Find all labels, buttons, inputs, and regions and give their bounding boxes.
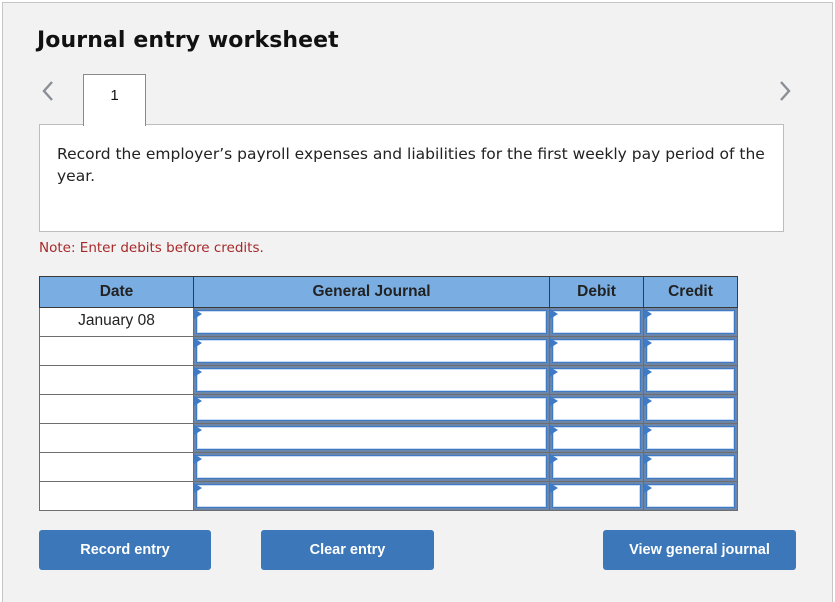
credit-input[interactable] xyxy=(646,310,735,334)
page-title: Journal entry worksheet xyxy=(37,28,339,53)
account-cell xyxy=(193,452,550,482)
credit-cell xyxy=(643,423,738,453)
dropdown-marker-icon xyxy=(550,338,558,348)
dropdown-marker-icon xyxy=(550,396,558,406)
dropdown-marker-icon xyxy=(194,396,202,406)
chevron-right-icon xyxy=(778,80,792,102)
date-cell xyxy=(39,423,194,453)
debit-cell xyxy=(549,452,644,482)
header-credit: Credit xyxy=(643,276,738,308)
credit-cell xyxy=(643,394,738,424)
next-entry-button[interactable] xyxy=(778,80,792,102)
debit-input[interactable] xyxy=(552,368,641,392)
date-cell xyxy=(39,365,194,395)
credit-input[interactable] xyxy=(646,484,735,508)
dropdown-marker-icon xyxy=(550,454,558,464)
dropdown-marker-icon xyxy=(194,338,202,348)
dropdown-marker-icon xyxy=(644,396,652,406)
credit-input[interactable] xyxy=(646,426,735,450)
credit-cell xyxy=(643,307,738,337)
credit-input[interactable] xyxy=(646,397,735,421)
table-row xyxy=(39,365,738,395)
dropdown-marker-icon xyxy=(644,367,652,377)
dropdown-marker-icon xyxy=(194,309,202,319)
table-row xyxy=(39,394,738,424)
instruction-box: Record the employer’s payroll expenses a… xyxy=(39,124,784,232)
account-cell xyxy=(193,423,550,453)
header-general-journal: General Journal xyxy=(193,276,550,308)
dropdown-marker-icon xyxy=(194,367,202,377)
account-input[interactable] xyxy=(196,368,547,392)
dropdown-marker-icon xyxy=(644,338,652,348)
table-row xyxy=(39,423,738,453)
credit-cell xyxy=(643,481,738,511)
record-entry-button[interactable]: Record entry xyxy=(39,530,211,570)
header-date: Date xyxy=(39,276,194,308)
table-row xyxy=(39,452,738,482)
note-text: Note: Enter debits before credits. xyxy=(39,240,264,256)
credit-cell xyxy=(643,365,738,395)
dropdown-marker-icon xyxy=(194,425,202,435)
instruction-text: Record the employer’s payroll expenses a… xyxy=(57,145,765,185)
dropdown-marker-icon xyxy=(194,483,202,493)
header-debit: Debit xyxy=(549,276,644,308)
credit-input[interactable] xyxy=(646,455,735,479)
credit-cell xyxy=(643,452,738,482)
debit-input[interactable] xyxy=(552,426,641,450)
account-cell xyxy=(193,307,550,337)
account-input[interactable] xyxy=(196,426,547,450)
debit-cell xyxy=(549,365,644,395)
dropdown-marker-icon xyxy=(644,425,652,435)
date-cell xyxy=(39,481,194,511)
account-input[interactable] xyxy=(196,397,547,421)
clear-entry-button[interactable]: Clear entry xyxy=(261,530,434,570)
view-general-journal-button[interactable]: View general journal xyxy=(603,530,796,570)
account-input[interactable] xyxy=(196,339,547,363)
date-cell xyxy=(39,336,194,366)
debit-cell xyxy=(549,394,644,424)
debit-input[interactable] xyxy=(552,310,641,334)
dropdown-marker-icon xyxy=(644,483,652,493)
chevron-left-icon xyxy=(41,80,55,102)
credit-input[interactable] xyxy=(646,368,735,392)
dropdown-marker-icon xyxy=(550,367,558,377)
dropdown-marker-icon xyxy=(644,454,652,464)
dropdown-marker-icon xyxy=(194,454,202,464)
credit-cell xyxy=(643,336,738,366)
date-cell xyxy=(39,394,194,424)
dropdown-marker-icon xyxy=(550,483,558,493)
dropdown-marker-icon xyxy=(550,309,558,319)
account-cell xyxy=(193,365,550,395)
debit-input[interactable] xyxy=(552,339,641,363)
dropdown-marker-icon xyxy=(644,309,652,319)
account-cell xyxy=(193,394,550,424)
debit-input[interactable] xyxy=(552,397,641,421)
debit-input[interactable] xyxy=(552,455,641,479)
table-row xyxy=(39,336,738,366)
account-input[interactable] xyxy=(196,484,547,508)
debit-cell xyxy=(549,307,644,337)
credit-input[interactable] xyxy=(646,339,735,363)
account-cell xyxy=(193,336,550,366)
account-input[interactable] xyxy=(196,455,547,479)
debit-cell xyxy=(549,336,644,366)
table-row: January 08 xyxy=(39,307,738,337)
debit-input[interactable] xyxy=(552,484,641,508)
account-input[interactable] xyxy=(196,310,547,334)
journal-table: Date General Journal Debit Credit Januar… xyxy=(39,276,738,511)
date-cell: January 08 xyxy=(39,307,194,337)
tab-entry-1[interactable]: 1 xyxy=(83,74,146,126)
account-cell xyxy=(193,481,550,511)
debit-cell xyxy=(549,481,644,511)
debit-cell xyxy=(549,423,644,453)
table-header-row: Date General Journal Debit Credit xyxy=(39,276,738,308)
prev-entry-button[interactable] xyxy=(41,80,55,102)
table-row xyxy=(39,481,738,511)
date-cell xyxy=(39,452,194,482)
dropdown-marker-icon xyxy=(550,425,558,435)
